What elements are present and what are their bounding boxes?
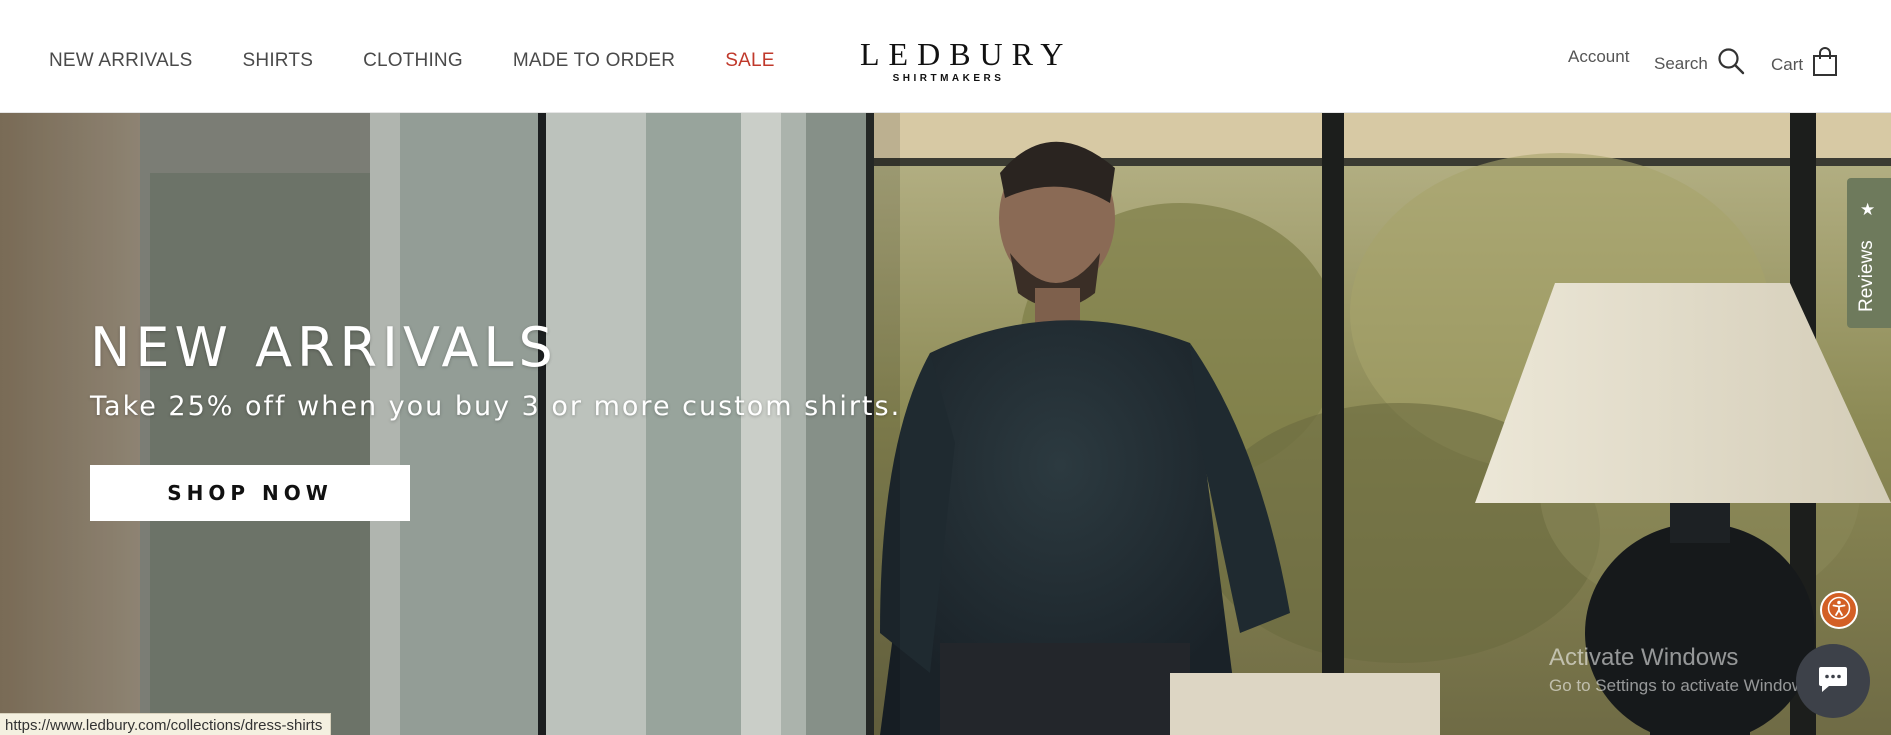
account-label: Account [1568,47,1630,66]
accessibility-button[interactable] [1820,591,1858,629]
main-nav: NEW ARRIVALS SHIRTS CLOTHING MADE TO ORD… [49,50,825,72]
shopping-bag-icon [1812,47,1838,82]
hero-text: NEW ARRIVALS Take 25% off when you buy 3… [90,316,902,423]
nav-clothing[interactable]: CLOTHING [363,50,463,72]
logo-tagline: SHIRTMAKERS [892,73,1005,84]
search-button[interactable]: Search [1654,47,1745,80]
search-label: Search [1654,53,1708,73]
chat-button[interactable] [1796,644,1870,718]
site-header: NEW ARRIVALS SHIRTS CLOTHING MADE TO ORD… [0,0,1891,113]
accessibility-icon [1827,596,1851,625]
hero-photo [0,113,1891,735]
star-icon: ★ [1860,200,1876,219]
hero-title: NEW ARRIVALS [90,316,558,379]
hero-subtitle: Take 25% off when you buy 3 or more cust… [90,391,902,422]
logo-wordmark: LEDBURY [860,36,1073,72]
reviews-tab[interactable]: ★ Reviews [1847,178,1891,328]
nav-new-arrivals[interactable]: NEW ARRIVALS [49,50,193,72]
chat-bubble-icon [1817,664,1849,699]
watermark-subtitle: Go to Settings to activate Windows. [1549,676,1818,695]
site-logo[interactable]: LEDBURY SHIRTMAKERS [851,36,1073,84]
search-icon [1717,47,1745,80]
account-link[interactable]: Account [1568,47,1629,67]
nav-made-to-order[interactable]: MADE TO ORDER [513,50,675,72]
reviews-label: Reviews [1856,240,1877,312]
cart-label: Cart [1771,54,1804,74]
cart-button[interactable]: Cart [1771,47,1838,82]
hero-banner: NEW ARRIVALS Take 25% off when you buy 3… [0,113,1891,735]
windows-activation-watermark: Activate Windows Go to Settings to activ… [1549,644,1817,696]
link-preview-url: https://www.ledbury.com/collections/dres… [0,713,332,735]
nav-shirts[interactable]: SHIRTS [243,50,314,72]
watermark-title: Activate Windows [1549,644,1739,671]
shop-now-button[interactable]: SHOP NOW [90,465,410,521]
nav-sale[interactable]: SALE [725,50,774,72]
